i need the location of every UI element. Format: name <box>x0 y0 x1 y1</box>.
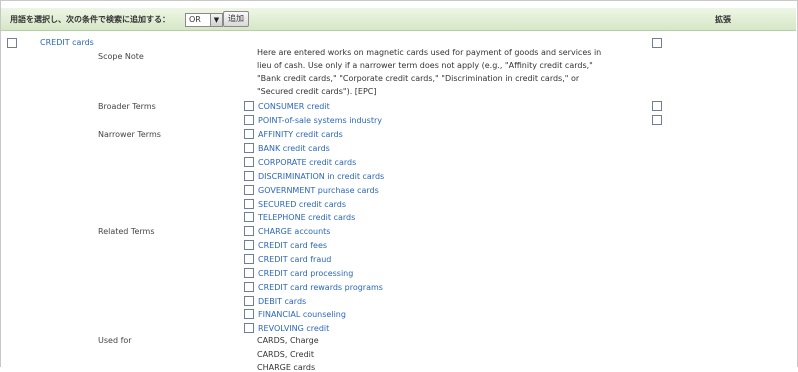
scope-note-label: Scope Note <box>98 52 144 61</box>
related-term-link[interactable]: CHARGE accounts <box>258 227 330 236</box>
related-term-checkbox[interactable] <box>244 309 254 320</box>
related-term-checkbox[interactable] <box>244 226 254 236</box>
narrower-term-link[interactable]: SECURED credit cards <box>258 200 346 209</box>
related-terms-label: Related Terms <box>98 227 155 236</box>
narrower-term-checkbox[interactable] <box>244 184 254 195</box>
related-term-checkbox[interactable] <box>244 267 254 278</box>
related-term-checkbox[interactable] <box>244 281 254 292</box>
broader-term-link[interactable]: CONSUMER credit <box>258 102 330 111</box>
broader-term-link[interactable]: POINT-of-sale systems industry <box>258 116 382 125</box>
related-term-checkbox[interactable] <box>244 295 254 306</box>
used-for-label: Used for <box>98 336 132 345</box>
operator-select[interactable]: OR ▼ <box>185 13 223 27</box>
related-term-link[interactable]: REVOLVING credit <box>258 324 329 333</box>
broader-term-checkbox[interactable] <box>244 101 254 111</box>
operator-value: OR <box>189 15 201 24</box>
related-term-link[interactable]: FINANCIAL counseling <box>258 310 346 319</box>
narrower-term-checkbox[interactable] <box>244 142 254 153</box>
narrower-term-link[interactable]: DISCRIMINATION in credit cards <box>258 172 384 181</box>
narrower-term-checkbox[interactable] <box>244 198 254 209</box>
main-term-link[interactable]: CREDIT cards <box>40 38 94 47</box>
used-for-term: CARDS, Charge <box>257 336 319 345</box>
related-term-link[interactable]: DEBIT cards <box>258 297 306 306</box>
narrower-term-link[interactable]: BANK credit cards <box>258 144 330 153</box>
main-term-checkbox[interactable] <box>7 38 17 48</box>
add-to-search-label: 用語を選択し、次の条件で検索に追加する： <box>10 15 170 24</box>
narrower-term-checkbox[interactable] <box>244 129 254 139</box>
narrower-term-checkbox[interactable] <box>244 156 254 167</box>
add-button[interactable]: 追加 <box>223 11 249 27</box>
narrower-term-link[interactable]: TELEPHONE credit cards <box>258 213 355 222</box>
expand-checkbox-main[interactable] <box>652 38 662 48</box>
broader-term-checkbox[interactable] <box>244 114 254 125</box>
used-for-term: CARDS, Credit <box>257 349 314 359</box>
related-term-link[interactable]: CREDIT card fraud <box>258 255 331 264</box>
expand-column-header: 拡張 <box>715 15 731 24</box>
expand-checkbox-broader-2[interactable] <box>652 115 662 125</box>
scope-note-text: Here are entered works on magnetic cards… <box>257 48 602 96</box>
narrower-term-link[interactable]: CORPORATE credit cards <box>258 158 356 167</box>
expand-checkbox-broader-1[interactable] <box>652 101 662 111</box>
related-term-link[interactable]: CREDIT card fees <box>258 241 327 250</box>
narrower-term-link[interactable]: GOVERNMENT purchase cards <box>258 186 379 195</box>
related-term-checkbox[interactable] <box>244 239 254 250</box>
narrower-terms-label: Narrower Terms <box>98 130 161 139</box>
broader-terms-label: Broader Terms <box>98 102 156 111</box>
related-term-checkbox[interactable] <box>244 323 254 334</box>
narrower-term-checkbox[interactable] <box>244 212 254 223</box>
chevron-down-icon: ▼ <box>210 14 222 26</box>
search-toolbar: 用語を選択し、次の条件で検索に追加する： OR ▼ 追加 拡張 <box>1 8 796 31</box>
narrower-term-link[interactable]: AFFINITY credit cards <box>258 130 343 139</box>
related-term-checkbox[interactable] <box>244 253 254 264</box>
used-for-term: CHARGE cards <box>257 363 316 372</box>
related-term-link[interactable]: CREDIT card processing <box>258 269 353 278</box>
related-term-link[interactable]: CREDIT card rewards programs <box>258 283 383 292</box>
narrower-term-checkbox[interactable] <box>244 170 254 181</box>
